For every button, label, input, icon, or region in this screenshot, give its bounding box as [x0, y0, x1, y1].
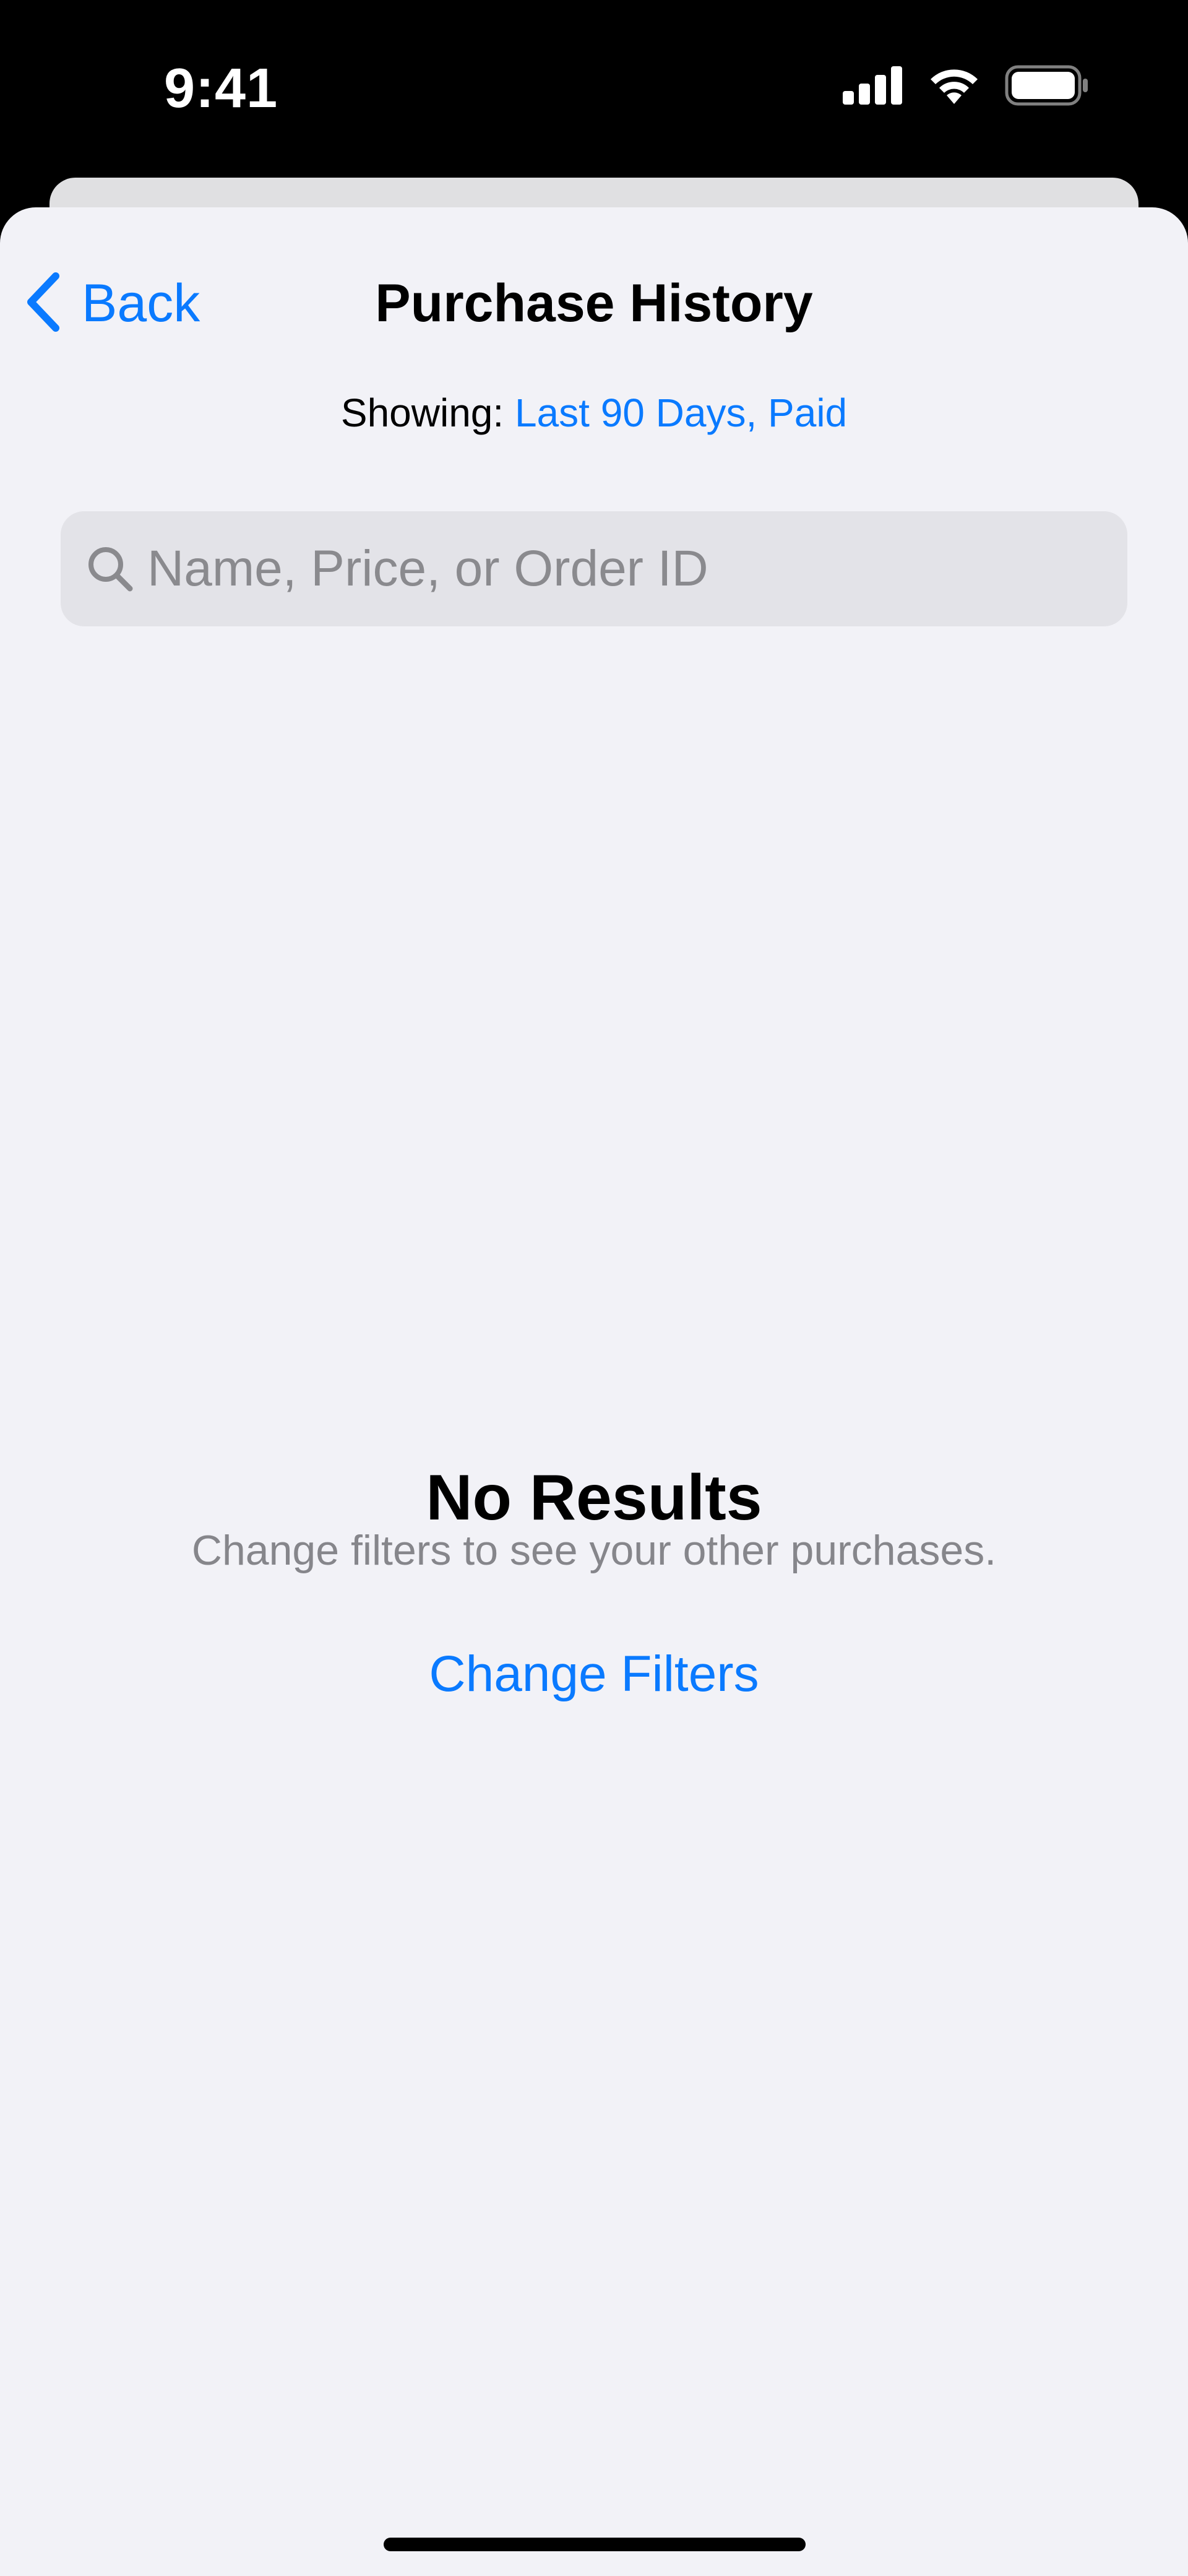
battery-icon [1005, 65, 1089, 109]
status-bar-icons [843, 65, 1089, 109]
purchase-history-sheet: Back Purchase History Showing: Last 90 D… [0, 207, 1188, 2576]
screen: 9:41 Back Purchase History Showing: Last… [0, 0, 1188, 2576]
search-bar[interactable] [61, 511, 1127, 626]
search-icon [85, 544, 135, 594]
filter-summary: Showing: Last 90 Days, Paid [0, 382, 1188, 444]
status-bar-time: 9:41 [164, 58, 278, 119]
filter-summary-link[interactable]: Last 90 Days, Paid [515, 391, 847, 435]
page-title: Purchase History [375, 274, 813, 333]
cellular-signal-icon [843, 66, 903, 108]
wifi-icon [927, 66, 981, 108]
filter-summary-prefix: Showing: [340, 391, 504, 435]
empty-state-message: Change filters to see your other purchas… [191, 1527, 997, 1574]
home-indicator[interactable] [384, 2538, 806, 2551]
search-input[interactable] [147, 532, 1127, 606]
change-filters-container: Change Filters [0, 1637, 1188, 1711]
change-filters-button[interactable]: Change Filters [429, 1646, 759, 1702]
